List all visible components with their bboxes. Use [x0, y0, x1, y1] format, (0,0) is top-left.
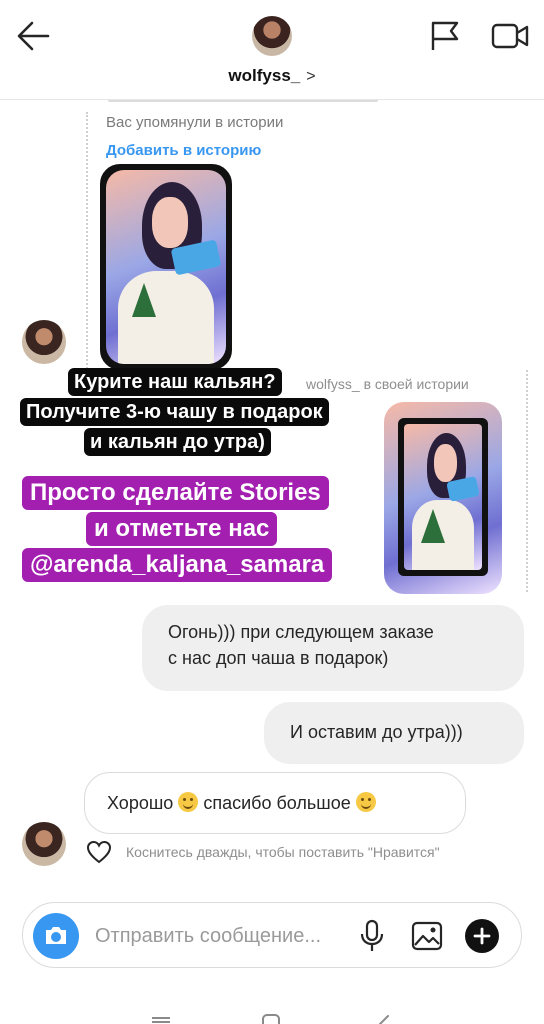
smiling-face-emoji-icon: [355, 792, 376, 812]
gallery-button[interactable]: [411, 921, 443, 951]
replied-story-image: [404, 424, 482, 570]
system-nav-buttons: [152, 1014, 389, 1024]
story-caption-line: Получите 3-ю чашу в подарок: [20, 398, 329, 426]
image-icon: [411, 921, 443, 951]
microphone-icon: [360, 919, 384, 951]
message-text: спасибо большое: [203, 793, 351, 813]
chat-header: wolfyss_ >: [0, 0, 544, 100]
reply-divider: [86, 112, 88, 372]
mention-notice: Вас упомянули в истории: [106, 114, 284, 131]
system-back-icon[interactable]: [379, 1015, 389, 1024]
like-button[interactable]: [86, 840, 112, 864]
message-text: И оставим до утра))): [290, 722, 463, 742]
header-username[interactable]: wolfyss_ >: [0, 66, 544, 86]
message-line: Огонь))) при следующем заказе: [168, 622, 434, 642]
heart-icon: [86, 840, 112, 864]
video-camera-icon: [491, 23, 529, 49]
camera-icon: [46, 927, 66, 944]
mentioned-story-thumbnail[interactable]: [106, 170, 226, 364]
home-icon[interactable]: [262, 1014, 280, 1024]
arrow-left-icon: [17, 21, 50, 51]
story-tree-print: [132, 282, 157, 317]
story-caption-line: и кальян до утра): [84, 428, 271, 456]
story-promo-line: @arenda_kaljana_samara: [22, 548, 333, 583]
message-line: с нас доп чаша в подарок): [168, 648, 389, 669]
previous-bubble-edge: [108, 100, 378, 102]
story-figure-face: [151, 197, 188, 248]
camera-button[interactable]: [33, 913, 79, 959]
message-composer: [22, 902, 522, 968]
outgoing-message[interactable]: И оставим до утра))): [264, 702, 524, 764]
reply-divider: [526, 370, 528, 592]
sender-avatar[interactable]: [22, 822, 66, 866]
header-avatar[interactable]: [252, 16, 292, 56]
message-text: Хорошо: [107, 793, 174, 813]
recents-icon[interactable]: [152, 1017, 170, 1023]
sender-avatar[interactable]: [22, 320, 66, 364]
story-figure-face: [433, 444, 458, 483]
smiling-face-emoji-icon: [178, 792, 199, 812]
username-label: wolfyss_: [228, 66, 301, 85]
message-input[interactable]: [95, 921, 355, 951]
outgoing-message[interactable]: Огонь))) при следующем заказе с нас доп …: [142, 605, 524, 691]
incoming-message[interactable]: Хорошо спасибо большое: [84, 772, 466, 834]
report-flag-button[interactable]: [428, 20, 462, 52]
back-button[interactable]: [14, 18, 54, 54]
story-reply-label: wolfyss_ в своей истории: [306, 376, 469, 392]
replied-story-screenshot: [398, 418, 488, 576]
plus-icon: [473, 927, 491, 945]
voice-message-button[interactable]: [359, 919, 385, 953]
story-caption-line: Курите наш кальян?: [68, 368, 282, 396]
flag-icon: [431, 21, 459, 50]
double-tap-like-hint: Коснитесь дважды, чтобы поставить "Нрави…: [126, 844, 440, 860]
message-thread[interactable]: Вас упомянули в истории Добавить в истор…: [0, 100, 544, 890]
chevron-right-icon: >: [306, 68, 316, 85]
story-tree-print: [421, 508, 446, 543]
more-options-button[interactable]: [465, 919, 499, 953]
system-navigation-bar: [0, 990, 544, 1024]
video-call-button[interactable]: [490, 20, 530, 52]
story-promo-line: Просто сделайте Stories: [22, 476, 329, 511]
story-mention-sticker: [445, 476, 480, 503]
add-to-story-link[interactable]: Добавить в историю: [106, 142, 261, 159]
story-promo-line: и отметьте нас: [86, 512, 278, 547]
